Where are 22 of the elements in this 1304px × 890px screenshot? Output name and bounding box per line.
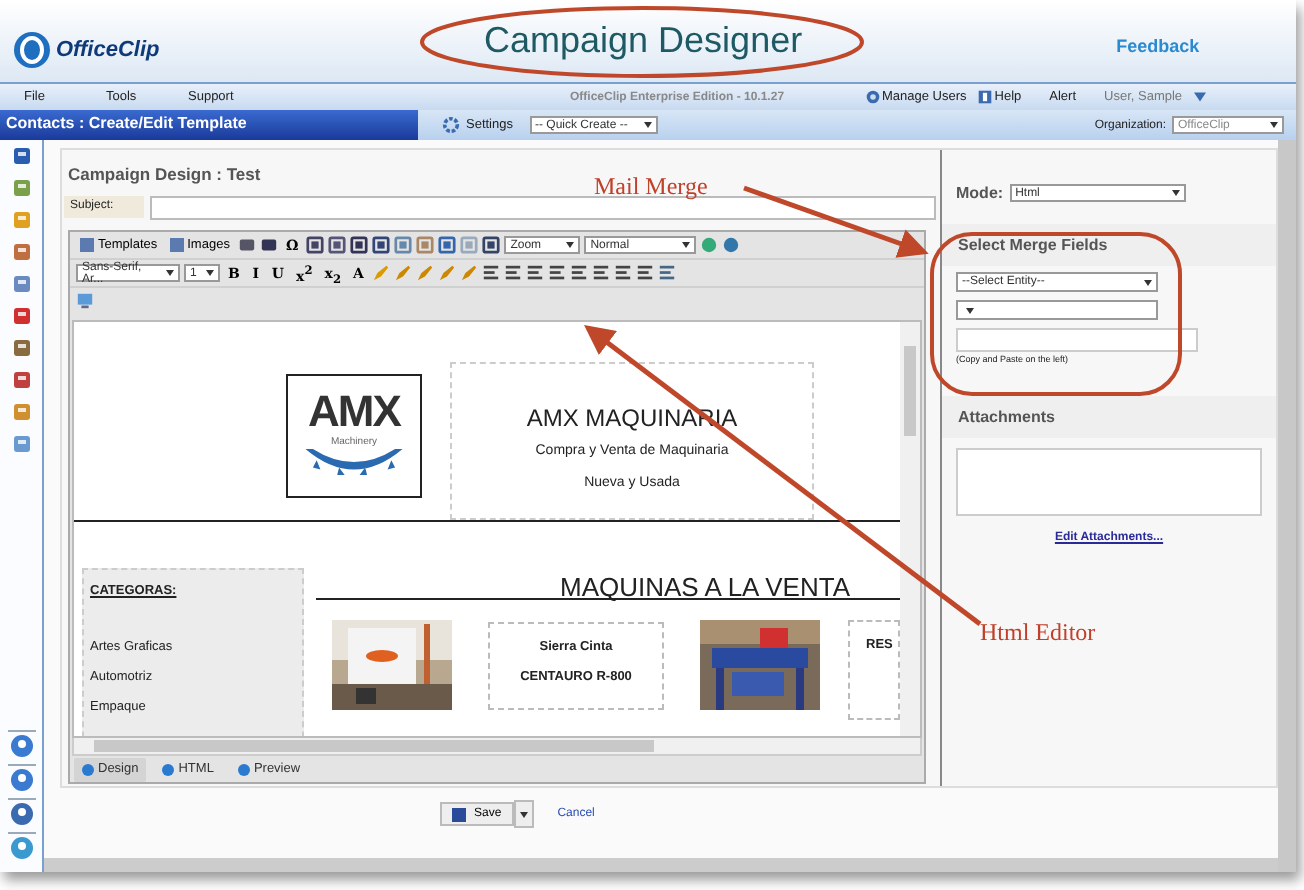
- merge-fields-heading: Select Merge Fields: [942, 224, 1276, 266]
- save-menu-button[interactable]: [513, 800, 534, 828]
- caret-icon: [1194, 92, 1207, 102]
- field-dropdown[interactable]: [956, 300, 1158, 320]
- section-title: Contacts : Create/Edit Template: [0, 110, 418, 140]
- horizontal-scrollbar[interactable]: [72, 738, 922, 756]
- form-heading: Campaign Design : Test: [68, 164, 263, 184]
- vertical-scrollbar[interactable]: [900, 322, 920, 736]
- page-horizontal-scrollbar[interactable]: [44, 858, 1278, 872]
- mode-label: Mode:: [956, 184, 1004, 202]
- annotation-label: Mail Merge: [594, 172, 708, 202]
- page-vertical-scrollbar[interactable]: [1278, 140, 1296, 872]
- logo-text: AMX: [308, 388, 400, 436]
- settings-icon: [442, 116, 460, 134]
- page-title: Campaign Designer: [484, 20, 803, 62]
- section-heading: MAQUINAS A LA VENTA: [316, 534, 900, 600]
- annotation-label: Html Editor: [980, 618, 1096, 648]
- attachments-heading: Attachments: [942, 396, 1276, 438]
- logo-icon: [12, 29, 52, 69]
- logo-text: OfficeClip: [56, 37, 160, 61]
- align-left-icon[interactable]: [481, 264, 500, 282]
- merge-field-output[interactable]: [956, 328, 1198, 352]
